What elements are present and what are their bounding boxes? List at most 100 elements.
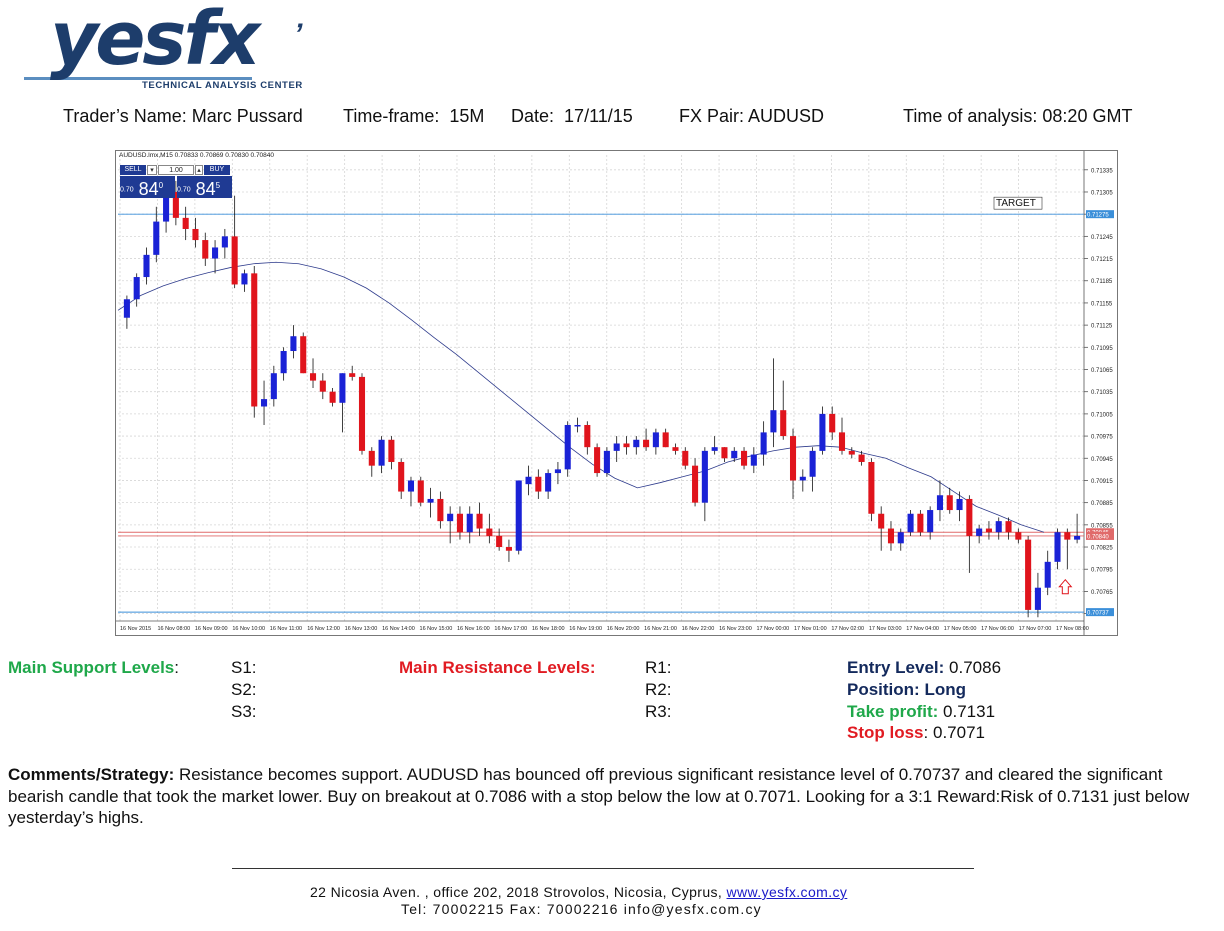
- x-tick-label: 16 Nov 16:00: [457, 626, 490, 632]
- trader-name: Trader’s Name: Marc Pussard: [63, 106, 303, 126]
- x-tick-label: 16 Nov 17:00: [494, 626, 527, 632]
- buy-arrow-icon: [1058, 578, 1073, 595]
- candle-body: [594, 447, 601, 474]
- time-frame: Time-frame: 15M: [343, 106, 485, 126]
- x-tick-label: 16 Nov 10:00: [232, 626, 265, 632]
- price-chart[interactable]: 0.71335 0.71305 0.71275 0.71245 0.71215 0.711…: [115, 150, 1118, 636]
- candle-body: [1025, 539, 1032, 610]
- candle-body: [966, 498, 973, 536]
- candle-body: [251, 273, 258, 407]
- candle-body: [192, 228, 199, 241]
- lot-dropdown-icon[interactable]: ▾: [147, 165, 157, 175]
- candle-body: [319, 380, 326, 392]
- candle-body: [123, 299, 130, 318]
- candle-body: [848, 450, 855, 455]
- entry-level: Entry Level: 0.7086: [847, 658, 1002, 677]
- x-tick-label: 16 Nov 23:00: [719, 626, 752, 632]
- price-level-label: 0.70840: [1087, 534, 1109, 540]
- candle-body: [574, 424, 581, 427]
- r3-label: R3:: [645, 702, 672, 721]
- candle-body: [309, 373, 317, 381]
- candle-body: [829, 413, 836, 433]
- x-tick-label: 16 Nov 12:00: [307, 626, 340, 632]
- time-of-analysis: Time of analysis: 08:20 GMT: [903, 106, 1133, 126]
- candle-body: [290, 336, 297, 352]
- x-tick-label: 16 Nov 13:00: [345, 626, 378, 632]
- lot-stepper-icon[interactable]: ▴: [195, 165, 203, 175]
- analysis-date: Date: 17/11/15: [511, 106, 633, 126]
- y-tick-label: 0.70825: [1091, 546, 1113, 552]
- x-tick-label: 16 Nov 15:00: [420, 626, 453, 632]
- y-tick-label: 0.70885: [1091, 501, 1113, 507]
- candle-body: [936, 495, 943, 511]
- candle-body: [897, 532, 904, 544]
- y-tick-label: 0.71335: [1091, 168, 1113, 174]
- x-tick-label: 16 Nov 14:00: [382, 626, 415, 632]
- sell-button[interactable]: SELL: [120, 165, 146, 175]
- candle-body: [701, 450, 708, 503]
- candle-body: [750, 454, 757, 466]
- r2-label: R2:: [645, 680, 672, 699]
- y-tick-label: 0.71095: [1091, 346, 1113, 352]
- candle-body: [329, 391, 336, 403]
- candle-body: [887, 528, 895, 544]
- x-tick-label: 17 Nov 05:00: [944, 626, 977, 632]
- s2-label: S2:: [231, 680, 257, 699]
- candle-body: [261, 399, 268, 407]
- candle-body: [692, 465, 699, 503]
- candle-body: [554, 469, 561, 474]
- candle-body: [545, 473, 552, 492]
- support-levels-heading: Main Support Levels:: [8, 658, 179, 677]
- candle-body: [662, 432, 669, 448]
- candle-body: [633, 439, 640, 448]
- footer-contact: Tel: 70002215 Fax: 70002216 info@yesfx.c…: [401, 901, 762, 917]
- candle-body: [447, 513, 454, 522]
- yesfx-logo: yesfx ’ TECHNICAL ANALYSIS CENTER: [24, 0, 324, 95]
- candle-body: [437, 498, 444, 522]
- candle-body: [476, 513, 483, 529]
- candle-body: [358, 376, 366, 451]
- candle-body: [427, 498, 434, 503]
- candle-body: [868, 461, 875, 514]
- x-tick-label: 17 Nov 04:00: [906, 626, 939, 632]
- candle-body: [1064, 532, 1071, 540]
- y-tick-label: 0.71125: [1091, 324, 1113, 330]
- y-tick-label: 0.71215: [1091, 257, 1113, 263]
- candle-body: [623, 443, 630, 448]
- candle-body: [819, 413, 826, 451]
- candle-body: [976, 528, 983, 536]
- candle-body: [407, 480, 415, 492]
- resistance-levels-heading: Main Resistance Levels:: [399, 658, 596, 677]
- candle-body: [672, 447, 679, 451]
- candle-body: [985, 528, 992, 533]
- buy-button[interactable]: BUY: [204, 165, 230, 175]
- candle-body: [339, 373, 346, 403]
- y-tick-label: 0.70765: [1091, 590, 1113, 596]
- y-tick-label: 0.71005: [1091, 412, 1113, 418]
- candle-body: [1005, 521, 1012, 533]
- candle-body: [535, 476, 542, 492]
- candlestick-chart: 0.71335 0.71305 0.71275 0.71245 0.71215 0.711…: [116, 151, 1114, 635]
- candle-body: [643, 439, 650, 448]
- candle-body: [956, 498, 963, 511]
- candle-body: [505, 547, 512, 551]
- candle-body: [417, 480, 424, 503]
- candle-body: [878, 513, 885, 529]
- logo-wordmark: yesfx: [50, 0, 260, 82]
- candle-body: [143, 254, 150, 278]
- candle-body: [456, 513, 463, 533]
- footer-divider: [232, 868, 974, 869]
- x-tick-label: 17 Nov 01:00: [794, 626, 827, 632]
- sell-price[interactable]: 0.70 840: [120, 176, 175, 199]
- x-tick-label: 17 Nov 07:00: [1019, 626, 1052, 632]
- website-link[interactable]: www.yesfx.com.cy: [727, 884, 848, 900]
- candle-body: [368, 450, 375, 466]
- buy-price[interactable]: 0.70 845: [177, 176, 232, 199]
- candle-body: [1034, 587, 1041, 610]
- x-tick-label: 16 Nov 18:00: [532, 626, 565, 632]
- lot-size-input[interactable]: 1.00: [158, 165, 194, 175]
- y-tick-label: 0.70795: [1091, 568, 1113, 574]
- position: Position: Long: [847, 680, 966, 699]
- candle-body: [388, 439, 395, 462]
- x-tick-label: 17 Nov 06:00: [981, 626, 1014, 632]
